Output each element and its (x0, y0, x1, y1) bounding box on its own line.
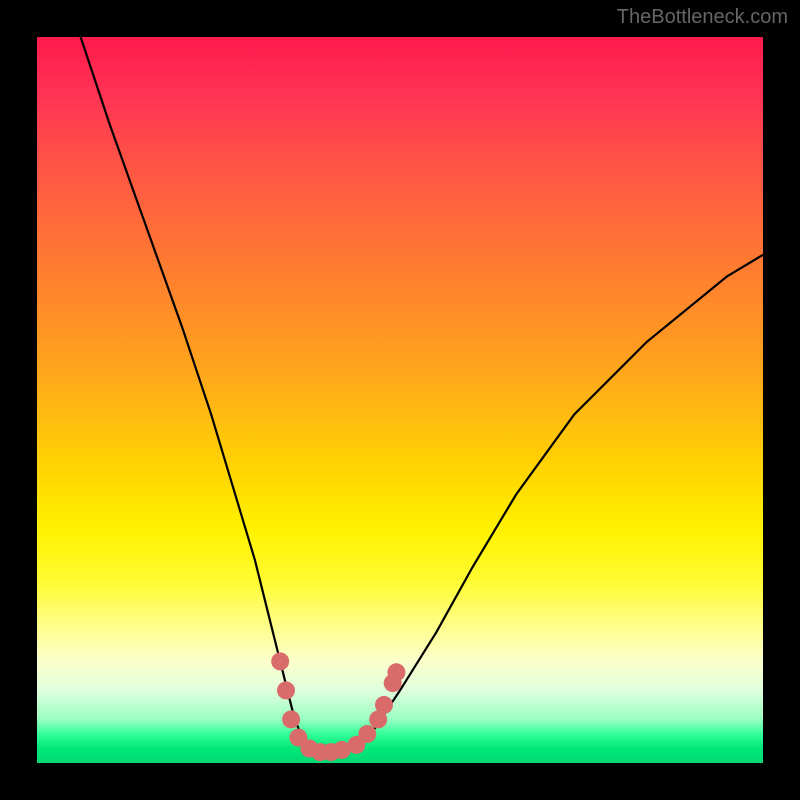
watermark-text: TheBottleneck.com (617, 6, 788, 29)
marker-dot (387, 663, 405, 681)
plot-area (37, 37, 763, 763)
marker-dot (277, 681, 295, 699)
curve-layer (37, 37, 763, 763)
marker-dot (375, 696, 393, 714)
bottleneck-curve (81, 37, 763, 752)
marker-dot (271, 652, 289, 670)
marker-dot (358, 725, 376, 743)
marker-dot (282, 710, 300, 728)
chart-container: TheBottleneck.com (0, 0, 800, 800)
